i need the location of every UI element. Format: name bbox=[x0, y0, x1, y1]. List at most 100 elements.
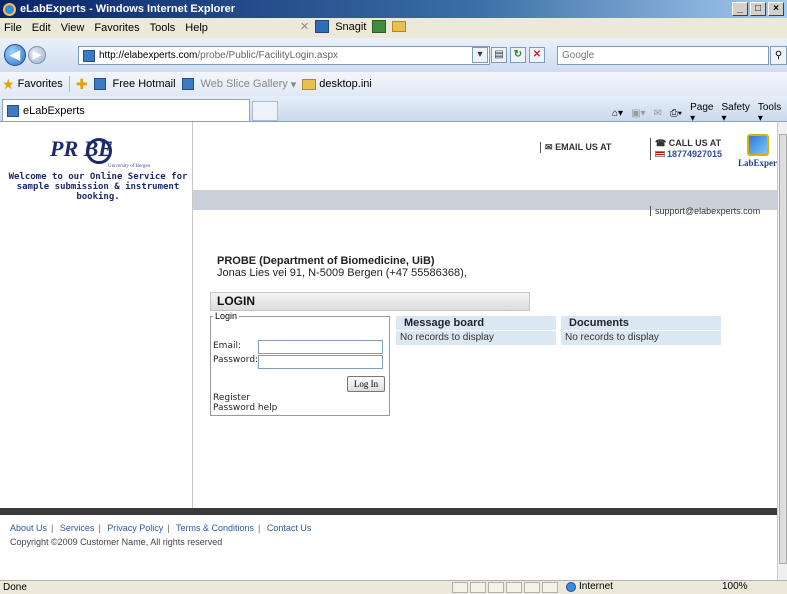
us-flag-icon bbox=[655, 151, 665, 157]
close-toolbar-icon[interactable]: ✕ bbox=[300, 20, 309, 33]
phone-number: 18774927015 bbox=[667, 149, 723, 159]
close-button[interactable]: × bbox=[768, 2, 784, 16]
ie-logo-icon bbox=[3, 2, 16, 16]
menu-file[interactable]: File bbox=[4, 22, 22, 34]
search-icon[interactable]: ⚲ bbox=[770, 46, 787, 65]
back-button[interactable]: ◀ bbox=[4, 44, 26, 66]
documents-body: No records to display bbox=[561, 330, 721, 345]
email-icon: ✉ bbox=[545, 142, 553, 152]
register-link[interactable]: Register bbox=[213, 393, 250, 403]
fav-web-slice-gallery[interactable]: Web Slice Gallery ▾ bbox=[181, 78, 297, 91]
file-icon bbox=[302, 78, 317, 90]
department-name: PROBE (Department of Biomedicine, UiB) bbox=[217, 255, 435, 267]
menu-tools[interactable]: Tools bbox=[150, 22, 176, 34]
print-icon[interactable]: ⎙▾ bbox=[670, 108, 682, 119]
address-path: /probe/Public/FacilityLogin.aspx bbox=[197, 50, 339, 61]
scrollbar-thumb[interactable] bbox=[779, 134, 787, 564]
safety-menu[interactable]: Safety ▾ bbox=[721, 102, 749, 124]
fav-label: desktop.ini bbox=[319, 78, 372, 90]
page-menu[interactable]: Page ▾ bbox=[690, 102, 713, 124]
tab-row: eLabExperts ⌂▾ ▣▾ ✉ ⎙▾ Page ▾ Safety ▾ T… bbox=[0, 96, 787, 124]
status-cell bbox=[506, 582, 522, 593]
page-favicon-icon bbox=[83, 49, 95, 62]
menu-bar: File Edit View Favorites Tools Help ✕ Sn… bbox=[0, 18, 787, 38]
menu-help[interactable]: Help bbox=[185, 22, 208, 34]
footer-divider bbox=[0, 508, 777, 515]
footer-separator: | bbox=[98, 523, 101, 533]
tab-elabexperts[interactable]: eLabExperts bbox=[2, 99, 250, 121]
message-board-title: Message board bbox=[396, 316, 556, 330]
new-tab-button[interactable] bbox=[252, 101, 278, 121]
footer-link-terms[interactable]: Terms & Conditions bbox=[176, 523, 254, 533]
tools-menu[interactable]: Tools ▾ bbox=[758, 102, 781, 124]
address-bar[interactable]: http://elabexperts.com /probe/Public/Fac… bbox=[78, 46, 490, 65]
chevron-down-icon: ▾ bbox=[290, 78, 297, 91]
email-field[interactable] bbox=[258, 340, 383, 354]
snagit-capture-icon[interactable] bbox=[372, 20, 387, 33]
snagit-label[interactable]: Snagit bbox=[335, 21, 366, 33]
address-dropdown-icon[interactable]: ▾ bbox=[472, 47, 488, 63]
search-input[interactable]: Google bbox=[557, 46, 769, 65]
footer-link-about[interactable]: About Us bbox=[10, 523, 47, 533]
footer-link-privacy[interactable]: Privacy Policy bbox=[107, 523, 163, 533]
folder-icon[interactable] bbox=[392, 21, 407, 32]
mail-icon[interactable]: ✉ bbox=[654, 108, 662, 119]
home-icon[interactable]: ⌂▾ bbox=[612, 108, 623, 119]
labexperts-logo: LabExperts bbox=[738, 134, 777, 168]
menu-favorites[interactable]: Favorites bbox=[94, 22, 139, 34]
minimize-button[interactable]: _ bbox=[732, 2, 748, 16]
command-bar: ⌂▾ ▣▾ ✉ ⎙▾ Page ▾ Safety ▾ Tools ▾ ?▾ bbox=[612, 102, 787, 124]
footer-separator: | bbox=[51, 523, 54, 533]
menu-view[interactable]: View bbox=[61, 22, 85, 34]
fav-free-hotmail[interactable]: Free Hotmail bbox=[93, 78, 176, 90]
menu-edit[interactable]: Edit bbox=[32, 22, 51, 34]
phone-icon: ☎ bbox=[655, 138, 667, 148]
support-email[interactable]: support@elabexperts.com bbox=[650, 206, 760, 216]
tools-menu-label: Tools bbox=[757, 102, 782, 113]
compatibility-icon[interactable]: ▤ bbox=[491, 47, 507, 63]
zoom-level[interactable]: 100% bbox=[722, 581, 748, 592]
status-cell bbox=[524, 582, 540, 593]
sidebar: PR BE University of Bergen Welcome to ou… bbox=[0, 122, 193, 508]
ie-page-icon bbox=[181, 78, 194, 90]
department-address: Jonas Lies vei 91, N-5009 Bergen (+47 55… bbox=[217, 267, 467, 279]
window-controls: _ □ × bbox=[732, 2, 784, 16]
maximize-button[interactable]: □ bbox=[750, 2, 766, 16]
password-field[interactable] bbox=[258, 355, 383, 369]
login-form: Login Email: Password: Log In Register P… bbox=[210, 311, 390, 416]
status-cell bbox=[452, 582, 468, 593]
forward-button[interactable]: ▶ bbox=[28, 46, 46, 64]
email-label: Email: bbox=[213, 341, 242, 351]
favorites-button[interactable]: ★ Favorites bbox=[2, 77, 63, 91]
message-board-panel: Message board No records to display bbox=[396, 316, 556, 346]
login-header: LOGIN bbox=[210, 292, 530, 311]
password-label: Password: bbox=[213, 355, 259, 365]
refresh-icon[interactable]: ↻ bbox=[510, 47, 526, 63]
fav-label: Web Slice Gallery bbox=[200, 78, 288, 90]
address-row: ◀ ▶ http://elabexperts.com /probe/Public… bbox=[0, 38, 787, 72]
fav-label: Free Hotmail bbox=[112, 78, 176, 90]
snagit-icon[interactable] bbox=[315, 20, 330, 33]
fav-desktop-ini[interactable]: desktop.ini bbox=[302, 78, 372, 90]
footer: About Us | Services | Privacy Policy | Term… bbox=[0, 515, 777, 580]
footer-link-contact[interactable]: Contact Us bbox=[267, 523, 312, 533]
probe-logo: PR BE University of Bergen bbox=[50, 136, 160, 170]
login-button[interactable]: Log In bbox=[347, 376, 385, 392]
status-cell bbox=[542, 582, 558, 593]
vertical-scrollbar[interactable] bbox=[777, 122, 787, 580]
footer-link-services[interactable]: Services bbox=[60, 523, 95, 533]
feeds-icon[interactable]: ▣▾ bbox=[631, 108, 645, 119]
favorites-label: Favorites bbox=[17, 78, 63, 90]
password-help-link[interactable]: Password help bbox=[213, 403, 277, 413]
add-favorite-icon[interactable]: ✚ bbox=[76, 77, 88, 91]
email-label: EMAIL US AT bbox=[555, 142, 612, 152]
labexperts-logo-icon bbox=[747, 134, 769, 156]
toolbar-extras: ✕ Snagit bbox=[300, 20, 407, 33]
status-cell bbox=[488, 582, 504, 593]
status-cells bbox=[452, 582, 558, 593]
window-title: eLabExperts - Windows Internet Explorer bbox=[20, 3, 236, 15]
security-zone[interactable]: Internet bbox=[566, 581, 613, 592]
tab-favicon-icon bbox=[7, 104, 19, 117]
stop-icon[interactable]: ✕ bbox=[529, 47, 545, 63]
email-us[interactable]: ✉ EMAIL US AT bbox=[540, 142, 611, 153]
